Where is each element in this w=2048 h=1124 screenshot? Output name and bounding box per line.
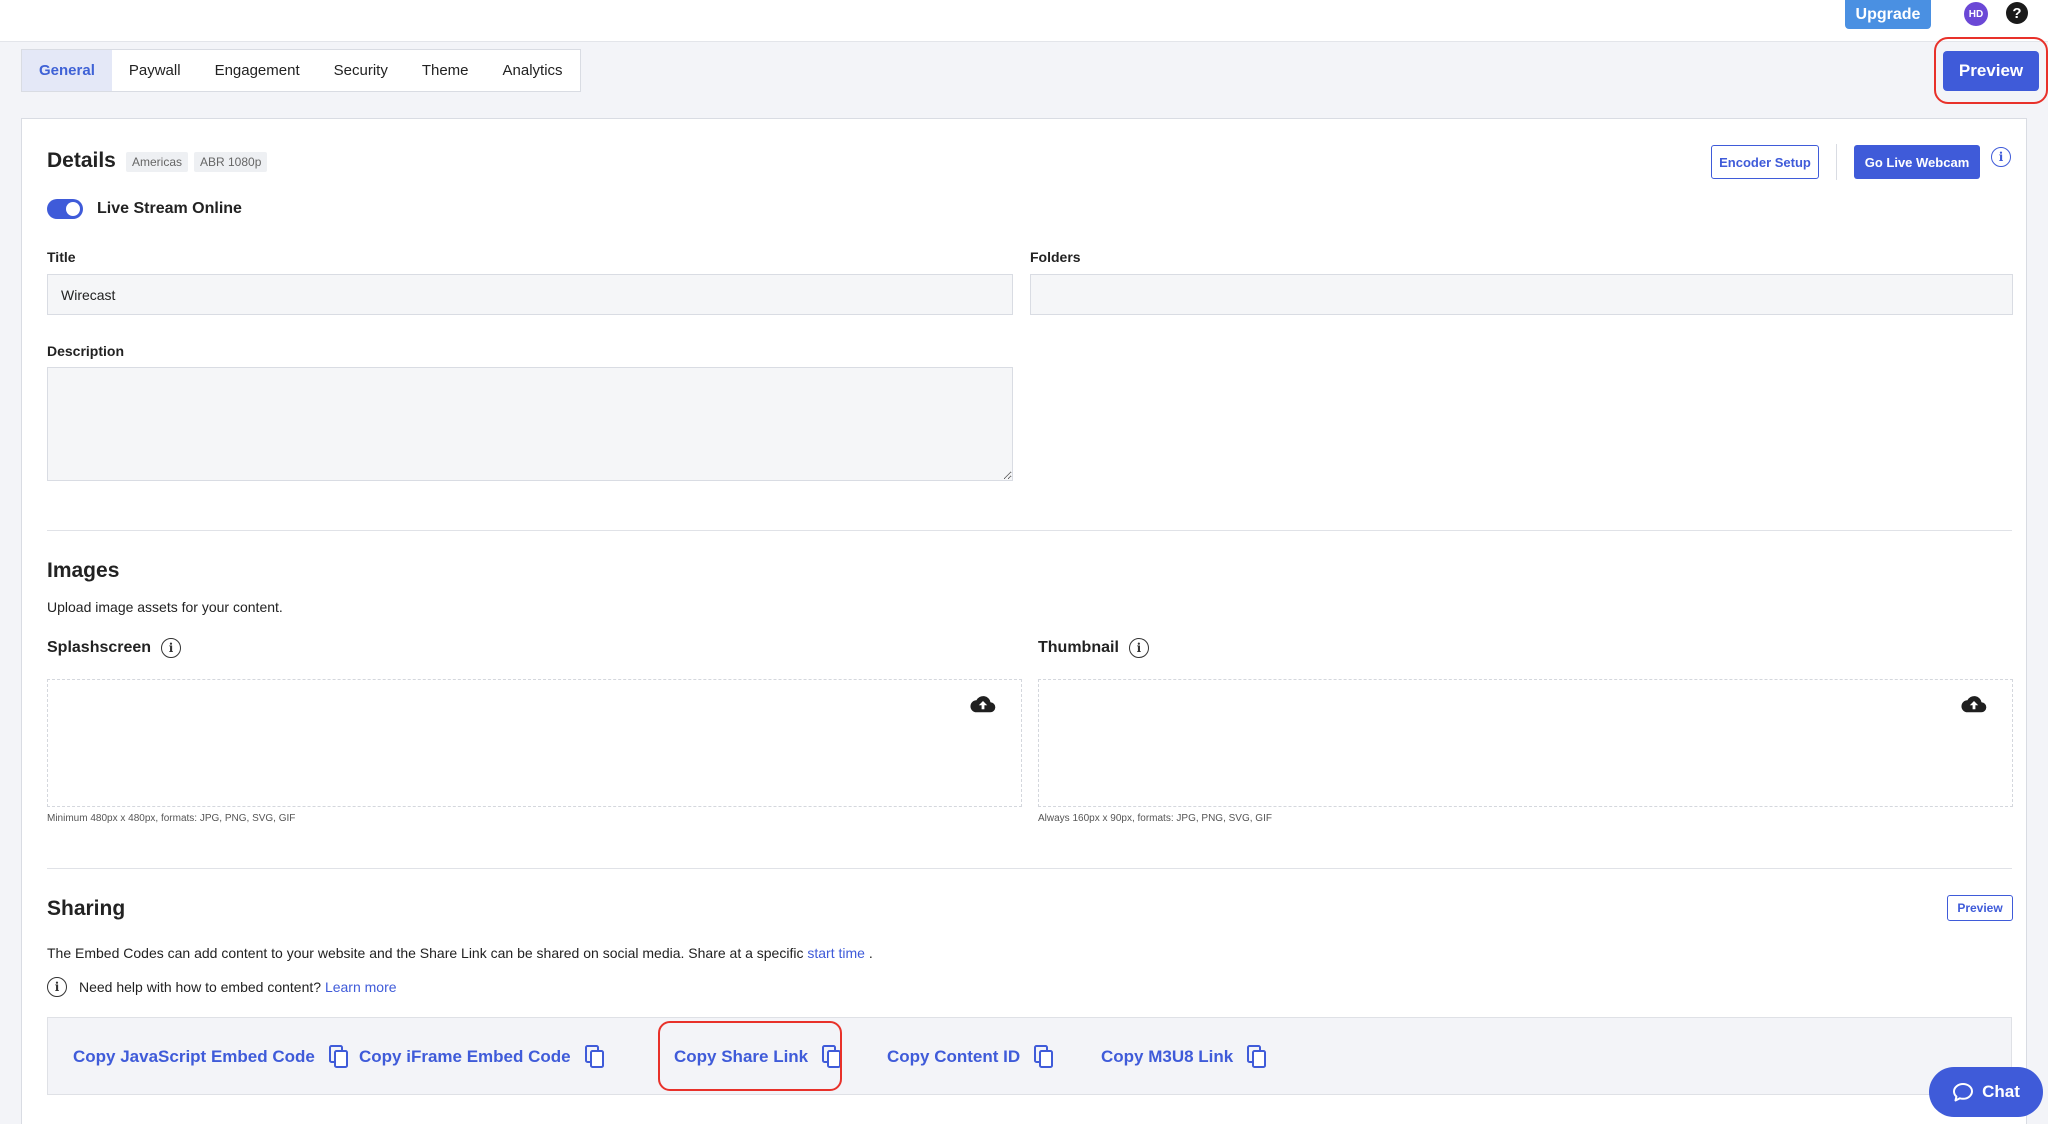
- chat-label: Chat: [1982, 1082, 2020, 1101]
- info-icon[interactable]: i: [1128, 638, 1149, 658]
- embed-help: i Need help with how to embed content? L…: [47, 977, 397, 997]
- encoder-setup-button[interactable]: Encoder Setup: [1711, 145, 1819, 179]
- sharing-description-text: The Embed Codes can add content to your …: [47, 945, 808, 961]
- splashscreen-label: Splashscreen i: [47, 638, 182, 658]
- sharing-preview-button[interactable]: Preview: [1947, 895, 2013, 921]
- images-heading: Images: [47, 559, 120, 582]
- copy-actions-bar: Copy JavaScript Embed Code Copy iFrame E…: [47, 1017, 2012, 1095]
- title-label: Title: [47, 249, 76, 265]
- copy-icon: [328, 1045, 348, 1068]
- copy-icon: [1247, 1045, 1267, 1068]
- copy-m3u8-link-button[interactable]: Copy M3U8 Link: [1101, 1018, 1267, 1096]
- content-panel: Details Americas ABR 1080p Encoder Setup…: [21, 118, 2027, 1124]
- sharing-description-end: .: [864, 945, 873, 961]
- copy-icon: [1034, 1045, 1054, 1068]
- info-icon[interactable]: i: [1991, 147, 2011, 167]
- copy-javascript-embed-label: Copy JavaScript Embed Code: [73, 1047, 315, 1066]
- embed-help-text: Need help with how to embed content?: [79, 979, 322, 995]
- upgrade-button[interactable]: Upgrade: [1845, 0, 1931, 29]
- region-badge: Americas: [126, 152, 189, 172]
- thumbnail-dropzone[interactable]: [1038, 679, 2013, 807]
- tab-general[interactable]: General: [22, 50, 112, 91]
- live-stream-toggle[interactable]: [47, 199, 83, 219]
- quality-badge: ABR 1080p: [194, 152, 268, 172]
- section-divider: [47, 868, 2012, 869]
- description-label: Description: [47, 343, 125, 359]
- go-live-webcam-button[interactable]: Go Live Webcam: [1854, 145, 1980, 179]
- splashscreen-label-text: Splashscreen: [47, 639, 152, 656]
- toggle-label: Live Stream Online: [97, 200, 242, 217]
- splashscreen-hint: Minimum 480px x 480px, formats: JPG, PNG…: [47, 813, 296, 824]
- copy-content-id-button[interactable]: Copy Content ID: [887, 1018, 1054, 1096]
- folders-label: Folders: [1030, 249, 1081, 265]
- copy-icon: [584, 1045, 604, 1068]
- title-input[interactable]: [47, 274, 1013, 315]
- description-textarea[interactable]: [47, 367, 1013, 481]
- copy-iframe-embed-label: Copy iFrame Embed Code: [359, 1047, 571, 1066]
- images-subtitle: Upload image assets for your content.: [47, 599, 283, 615]
- tab-theme[interactable]: Theme: [405, 50, 486, 91]
- thumbnail-label-text: Thumbnail: [1038, 639, 1119, 656]
- info-icon: i: [47, 977, 67, 997]
- copy-iframe-embed-button[interactable]: Copy iFrame Embed Code: [359, 1018, 605, 1096]
- thumbnail-hint: Always 160px x 90px, formats: JPG, PNG, …: [1038, 813, 1272, 824]
- section-divider: [47, 530, 2012, 531]
- info-icon[interactable]: i: [161, 638, 182, 658]
- chat-bubble-icon: [1953, 1083, 1974, 1102]
- button-divider: [1836, 144, 1837, 180]
- share-link-highlight-ring: [658, 1021, 842, 1091]
- sharing-description: The Embed Codes can add content to your …: [47, 945, 873, 961]
- tab-bar: General Paywall Engagement Security Them…: [21, 49, 581, 92]
- cloud-upload-icon[interactable]: [1961, 694, 1987, 714]
- copy-m3u8-link-label: Copy M3U8 Link: [1101, 1047, 1234, 1066]
- tab-engagement[interactable]: Engagement: [198, 50, 317, 91]
- embed-help-text-wrap: Need help with how to embed content? Lea…: [79, 979, 397, 995]
- start-time-link[interactable]: start time: [807, 945, 865, 961]
- top-bar: Upgrade HD ?: [0, 0, 2048, 42]
- thumbnail-label: Thumbnail i: [1038, 638, 1149, 658]
- folders-input[interactable]: [1030, 274, 2013, 315]
- splashscreen-dropzone[interactable]: [47, 679, 1022, 807]
- copy-content-id-label: Copy Content ID: [887, 1047, 1021, 1066]
- tab-paywall[interactable]: Paywall: [112, 50, 198, 91]
- sharing-heading: Sharing: [47, 897, 126, 920]
- cloud-upload-icon[interactable]: [970, 694, 996, 714]
- tab-analytics[interactable]: Analytics: [486, 50, 580, 91]
- details-heading: Details: [47, 149, 116, 172]
- help-icon[interactable]: ?: [2006, 2, 2028, 24]
- chat-button[interactable]: Chat: [1929, 1067, 2043, 1117]
- preview-button[interactable]: Preview: [1943, 51, 2039, 91]
- tab-security[interactable]: Security: [317, 50, 405, 91]
- learn-more-link[interactable]: Learn more: [325, 979, 397, 995]
- avatar[interactable]: HD: [1964, 2, 1988, 26]
- copy-javascript-embed-button[interactable]: Copy JavaScript Embed Code: [73, 1018, 349, 1096]
